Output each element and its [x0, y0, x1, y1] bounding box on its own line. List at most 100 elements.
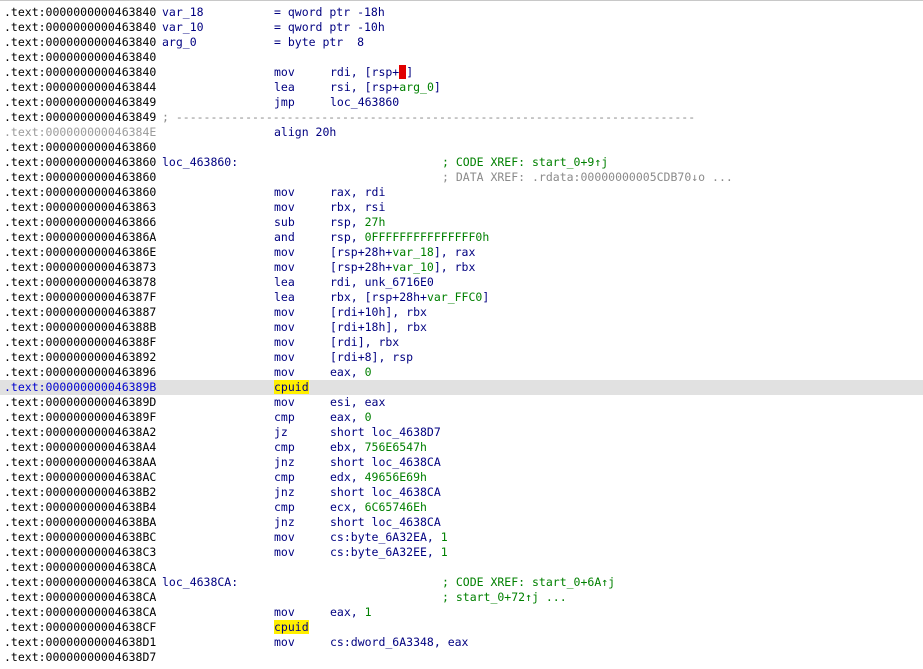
code-line[interactable]: .text:0000000000463849 ; ----------------… — [0, 110, 923, 125]
mnemonic[interactable]: lea — [274, 290, 295, 305]
label[interactable]: var_18 — [162, 5, 204, 20]
operands[interactable]: = qword ptr -10h — [274, 20, 385, 35]
code-line[interactable]: .text:0000000000463840 — [0, 50, 923, 65]
operands[interactable]: loc_463860 — [330, 95, 399, 110]
mnemonic[interactable]: mov — [274, 530, 295, 545]
operands[interactable]: = qword ptr -18h — [274, 5, 385, 20]
code-line[interactable]: .text:0000000000463840 var_10 = qword ptr … — [0, 20, 923, 35]
operands[interactable]: rbx, rsi — [330, 200, 385, 215]
code-line[interactable]: .text:00000000004638CA — [0, 560, 923, 575]
operands[interactable]: esi, eax — [330, 395, 385, 410]
code-line[interactable]: .text:00000000004638CA mov eax, 1 — [0, 605, 923, 620]
mnemonic[interactable]: mov — [274, 260, 295, 275]
code-line[interactable]: .text:00000000004638BA jnz short loc_4638C… — [0, 515, 923, 530]
operands[interactable]: ebx, 756E6547h — [330, 440, 427, 455]
code-line[interactable]: .text:0000000000463860 — [0, 140, 923, 155]
mnemonic[interactable]: jnz — [274, 455, 295, 470]
label[interactable]: loc_4638CA: — [162, 575, 238, 590]
operands[interactable]: edx, 49656E69h — [330, 470, 427, 485]
code-line[interactable]: .text:00000000004638A2 jz short loc_4638D7 — [0, 425, 923, 440]
code-line[interactable]: .text:000000000046384E align 20h — [0, 125, 923, 140]
code-line[interactable]: .text:0000000000463896 mov eax, 0 — [0, 365, 923, 380]
code-line[interactable]: .text:00000000004638AA jnz short loc_4638C… — [0, 455, 923, 470]
mnemonic[interactable]: jnz — [274, 515, 295, 530]
operands[interactable]: rbx, [rsp+28h+var_FFC0] — [330, 290, 489, 305]
code-line[interactable]: .text:0000000000463866 sub rsp, 27h — [0, 215, 923, 230]
code-line[interactable]: .text:0000000000463887 mov [rdi+10h], rbx — [0, 305, 923, 320]
code-line[interactable]: .text:00000000004638BC mov cs:byte_6A32EA,… — [0, 530, 923, 545]
operands[interactable]: eax, 1 — [330, 605, 372, 620]
code-line[interactable]: .text:000000000046386A and rsp, 0FFFFFFFFF… — [0, 230, 923, 245]
xref-comment[interactable]: ; DATA XREF: .rdata:00000000005CDB70↓o .… — [442, 170, 733, 185]
operands[interactable]: rax, rdi — [330, 185, 385, 200]
operands[interactable]: [rsp+28h+var_10], rbx — [330, 260, 475, 275]
mnemonic[interactable]: jz — [274, 425, 288, 440]
mnemonic[interactable]: jnz — [274, 485, 295, 500]
mnemonic[interactable]: cmp — [274, 440, 295, 455]
mnemonic[interactable]: lea — [274, 275, 295, 290]
mnemonic[interactable]: mov — [274, 305, 295, 320]
code-line[interactable]: .text:00000000004638CA loc_4638CA: ; CODE … — [0, 575, 923, 590]
code-line[interactable]: .text:0000000000463878 lea rdi, unk_6716E0 — [0, 275, 923, 290]
code-line[interactable]: .text:000000000046388F mov [rdi], rbx — [0, 335, 923, 350]
mnemonic[interactable]: cpuid — [274, 620, 309, 635]
code-line[interactable]: .text:0000000000463844 lea rsi, [rsp+arg_0… — [0, 80, 923, 95]
operands[interactable]: eax, 0 — [330, 410, 372, 425]
operands[interactable]: cs:byte_6A32EA, 1 — [330, 530, 448, 545]
mnemonic[interactable]: mov — [274, 545, 295, 560]
operands[interactable]: rsp, 27h — [330, 215, 385, 230]
mnemonic[interactable]: mov — [274, 320, 295, 335]
operands[interactable]: rsi, [rsp+arg_0] — [330, 80, 441, 95]
mnemonic[interactable]: mov — [274, 245, 295, 260]
code-line[interactable]: .text:0000000000463860 ; DATA XREF: .rdat… — [0, 170, 923, 185]
disassembly-listing[interactable]: .text:0000000000463840 var_18 = qword ptr … — [0, 0, 923, 669]
operands[interactable]: short loc_4638CA — [330, 515, 441, 530]
code-line[interactable]: .text:000000000046387F lea rbx, [rsp+28h+v… — [0, 290, 923, 305]
operands[interactable]: [rdi+10h], rbx — [330, 305, 427, 320]
mnemonic[interactable]: cmp — [274, 470, 295, 485]
mnemonic[interactable]: mov — [274, 635, 295, 650]
mnemonic[interactable]: mov — [274, 335, 295, 350]
label[interactable]: var_10 — [162, 20, 204, 35]
code-line[interactable]: .text:0000000000463873 mov [rsp+28h+var_10… — [0, 260, 923, 275]
code-line[interactable]: .text:000000000046389F cmp eax, 0 — [0, 410, 923, 425]
xref-comment[interactable]: ; CODE XREF: start_0+9↑j — [442, 155, 608, 170]
code-line[interactable]: .text:000000000046388B mov [rdi+18h], rbx — [0, 320, 923, 335]
code-line[interactable]: .text:000000000046386E mov [rsp+28h+var_18… — [0, 245, 923, 260]
label[interactable]: loc_463860: — [162, 155, 238, 170]
code-line[interactable]: .text:0000000000463863 mov rbx, rsi — [0, 200, 923, 215]
operands[interactable]: [rdi], rbx — [330, 335, 399, 350]
mnemonic[interactable]: mov — [274, 395, 295, 410]
operands[interactable]: eax, 0 — [330, 365, 372, 380]
label[interactable]: arg_0 — [162, 35, 197, 50]
mnemonic[interactable]: mov — [274, 200, 295, 215]
xref-comment[interactable]: ; CODE XREF: start_0+6A↑j — [442, 575, 615, 590]
mnemonic[interactable]: align 20h — [274, 125, 336, 140]
mnemonic[interactable]: jmp — [274, 95, 295, 110]
code-line[interactable]: .text:0000000000463840 arg_0 = byte ptr 8 — [0, 35, 923, 50]
operands[interactable]: [rdi+8], rsp — [330, 350, 413, 365]
operands[interactable]: short loc_4638CA — [330, 455, 441, 470]
code-line[interactable]: .text:000000000046389B cpuid — [0, 380, 923, 395]
xref-comment[interactable]: ; start_0+72↑j ... — [442, 590, 567, 605]
mnemonic[interactable]: cmp — [274, 500, 295, 515]
code-line[interactable]: .text:00000000004638A4 cmp ebx, 756E6547h — [0, 440, 923, 455]
code-line[interactable]: .text:00000000004638C3 mov cs:byte_6A32EE,… — [0, 545, 923, 560]
mnemonic[interactable]: mov — [274, 365, 295, 380]
operands[interactable]: rdi, unk_6716E0 — [330, 275, 434, 290]
operands[interactable]: rsp, 0FFFFFFFFFFFFFFF0h — [330, 230, 489, 245]
operands[interactable]: cs:dword_6A3348, eax — [330, 635, 468, 650]
mnemonic[interactable]: mov — [274, 65, 295, 80]
operands[interactable]: cs:byte_6A32EE, 1 — [330, 545, 448, 560]
code-line[interactable]: .text:0000000000463892 mov [rdi+8], rsp — [0, 350, 923, 365]
code-line[interactable]: .text:00000000004638CA ; start_0+72↑j ... — [0, 590, 923, 605]
code-line[interactable]: .text:00000000004638B2 jnz short loc_4638C… — [0, 485, 923, 500]
code-line[interactable]: .text:0000000000463860 loc_463860: ; CODE … — [0, 155, 923, 170]
operands[interactable]: short loc_4638CA — [330, 485, 441, 500]
mnemonic[interactable]: and — [274, 230, 295, 245]
operands[interactable]: [rsp+28h+var_18], rax — [330, 245, 475, 260]
mnemonic[interactable]: lea — [274, 80, 295, 95]
operands[interactable]: rdi, [rsp+0] — [330, 65, 413, 80]
mnemonic[interactable]: sub — [274, 215, 295, 230]
operands[interactable]: ecx, 6C65746Eh — [330, 500, 427, 515]
